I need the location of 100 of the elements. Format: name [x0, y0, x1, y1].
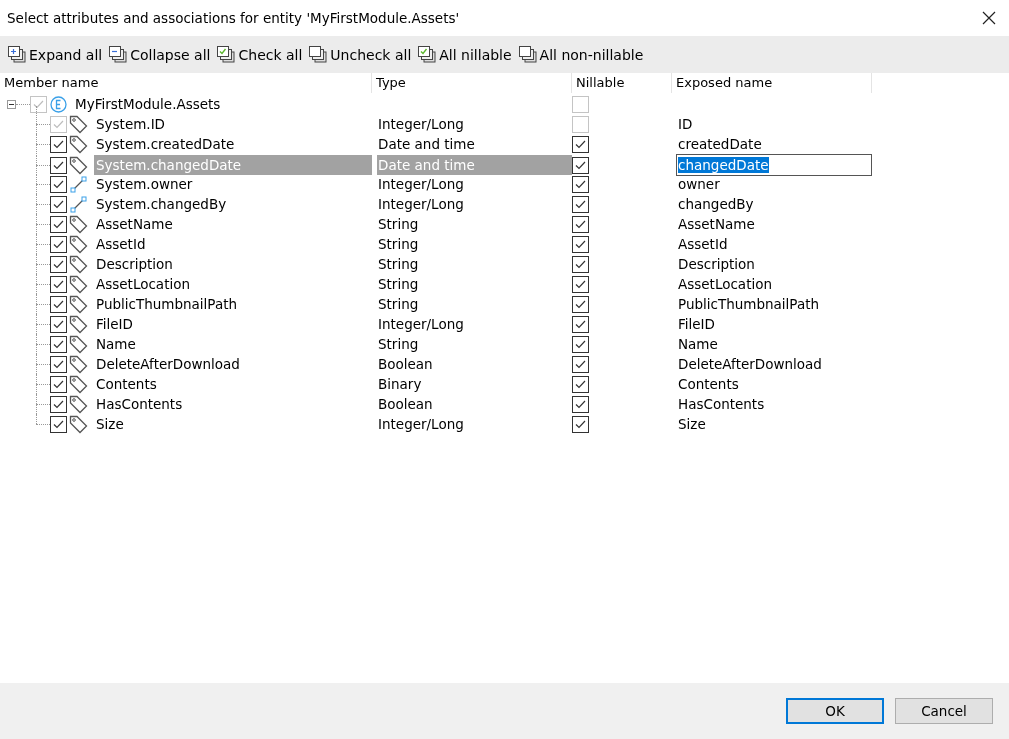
exposed-name: PublicThumbnailPath	[677, 296, 821, 312]
tag-icon	[69, 314, 88, 334]
exposed-name: FileID	[677, 316, 716, 332]
exposed-name: owner	[677, 176, 721, 192]
minus-icon	[9, 101, 14, 107]
type-cell-text: String	[377, 275, 420, 294]
check-icon	[575, 299, 586, 309]
tag-icon	[69, 354, 88, 374]
check-icon	[575, 160, 586, 170]
type-cell-text: Integer/Long	[377, 175, 465, 194]
tag-icon	[69, 294, 88, 314]
dialog-button[interactable]: OK	[786, 698, 884, 724]
exposed-name: createdDate	[677, 136, 763, 152]
check-icon	[53, 219, 64, 229]
column-header[interactable]: Nillable	[572, 73, 672, 93]
toolbar-button[interactable]: Uncheck all	[309, 46, 412, 63]
type-cell-text: Integer/Long	[377, 415, 465, 434]
tag-icon	[69, 134, 88, 154]
check-icon	[575, 239, 586, 249]
check-icon	[575, 259, 586, 269]
collapse-icon	[109, 46, 128, 63]
check-icon	[575, 279, 586, 289]
type-cell-text: Integer/Long	[377, 315, 465, 334]
type-cell-text: String	[377, 295, 420, 314]
column-header[interactable]: Exposed name	[672, 73, 872, 93]
checkbox-stack-icon	[418, 46, 437, 63]
check-icon	[575, 139, 586, 149]
tag-icon	[69, 234, 88, 254]
exposed-name: AssetLocation	[677, 276, 773, 292]
type-cell-text: Integer/Long	[377, 195, 465, 214]
association-icon	[69, 194, 88, 214]
column-header[interactable]: Member name	[0, 73, 372, 93]
empty-checkbox-stack-icon	[518, 46, 537, 63]
exposed-name: AssetId	[677, 236, 729, 252]
tag-icon	[69, 394, 88, 414]
toolbar-button[interactable]: Expand all	[8, 46, 103, 63]
check-icon	[53, 199, 64, 209]
expand-icon	[8, 46, 26, 63]
exposed-name: AssetName	[677, 216, 756, 232]
check-icon	[53, 379, 64, 389]
check-icon	[53, 419, 64, 429]
tag-icon	[69, 114, 88, 134]
window-title: Select attributes and associations for entity 'MyFirstModule.Assets'	[7, 10, 460, 26]
entity-name: MyFirstModule.Assets	[74, 95, 222, 114]
check-icon	[53, 319, 64, 329]
toolbar-button[interactable]: All non-nillable	[518, 46, 644, 63]
check-icon	[575, 319, 586, 329]
tag-icon	[69, 414, 88, 434]
close-button[interactable]	[981, 10, 997, 26]
exposed-name: Name	[677, 336, 719, 352]
checkbox-stack-icon	[217, 46, 236, 63]
check-icon	[575, 419, 586, 429]
type-cell-text: Date and time	[377, 135, 476, 154]
exposed-name: ID	[677, 116, 694, 132]
check-icon	[53, 339, 64, 349]
check-icon	[53, 139, 64, 149]
type-cell-text: String	[377, 335, 420, 354]
type-cell-text: Integer/Long	[377, 115, 465, 134]
exposed-name: HasContents	[677, 396, 766, 412]
check-icon	[53, 259, 64, 269]
column-header[interactable]: Type	[372, 73, 572, 93]
type-cell-text: Boolean	[377, 355, 434, 374]
entity-icon	[50, 95, 67, 113]
exposed-name: Size	[677, 416, 707, 432]
dialog-button[interactable]: Cancel	[895, 698, 993, 724]
check-icon	[575, 219, 586, 229]
tag-icon	[69, 155, 88, 175]
empty-checkbox-stack-icon	[309, 46, 328, 63]
check-icon	[575, 399, 586, 409]
check-icon	[53, 179, 64, 189]
type-cell-text: String	[377, 235, 420, 254]
check-icon	[53, 399, 64, 409]
check-icon	[33, 99, 44, 109]
exposed-name: changedBy	[677, 196, 755, 212]
type-cell-text: String	[377, 215, 420, 234]
check-icon	[53, 359, 64, 369]
check-icon	[575, 199, 586, 209]
check-icon	[575, 359, 586, 369]
toolbar-button[interactable]: Collapse all	[109, 46, 211, 63]
check-icon	[53, 299, 64, 309]
tag-icon	[69, 214, 88, 234]
exposed-name: Description	[677, 256, 756, 272]
check-icon	[575, 339, 586, 349]
tag-icon	[69, 374, 88, 394]
toolbar-button[interactable]: All nillable	[418, 46, 512, 63]
check-icon	[53, 239, 64, 249]
tag-icon	[69, 254, 88, 274]
exposed-name: DeleteAfterDownload	[677, 356, 823, 372]
type-cell: Date and time	[377, 155, 572, 175]
toolbar-button[interactable]: Check all	[217, 46, 303, 63]
type-cell-text: Boolean	[377, 395, 434, 414]
tag-icon	[69, 334, 88, 354]
type-cell-text: String	[377, 255, 420, 274]
type-cell-text: Binary	[377, 375, 423, 394]
check-icon	[53, 160, 64, 170]
check-icon	[53, 279, 64, 289]
check-icon	[53, 119, 64, 129]
association-icon	[69, 174, 88, 194]
exposed-name: Contents	[677, 376, 740, 392]
tag-icon	[69, 274, 88, 294]
